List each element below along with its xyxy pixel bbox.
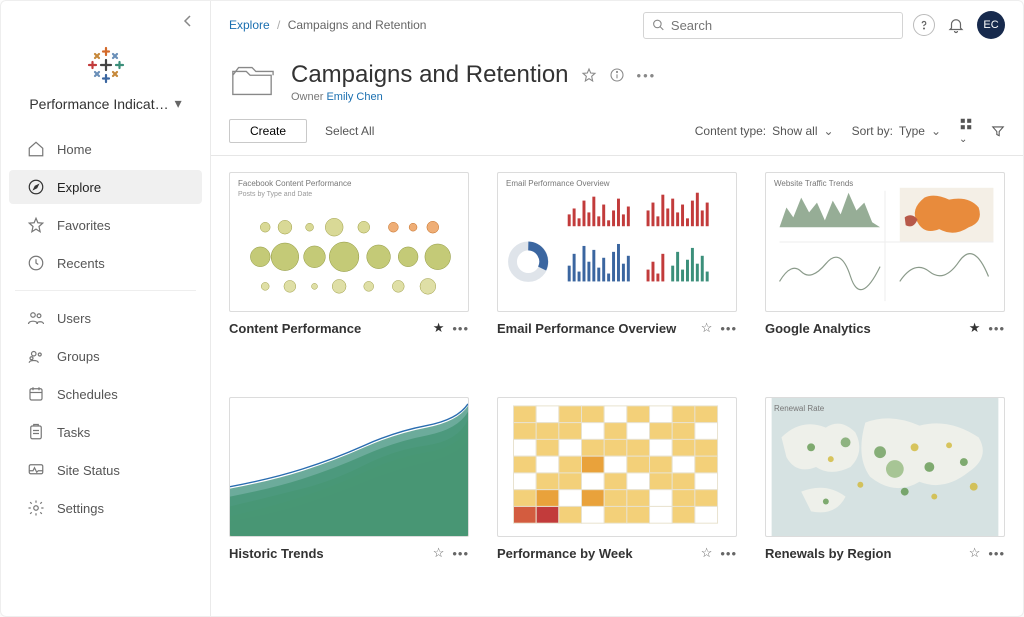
card-more-icon[interactable]: ••• <box>988 321 1005 336</box>
card-title[interactable]: Email Performance Overview <box>497 321 695 336</box>
sidebar-item-label: Schedules <box>57 387 118 402</box>
sidebar-item-explore[interactable]: Explore <box>9 170 202 204</box>
toolbar: Create Select All Content type: Show all… <box>211 113 1023 156</box>
breadcrumb-current: Campaigns and Retention <box>288 18 427 32</box>
owner-label: Owner <box>291 91 323 103</box>
favorite-star-icon[interactable]: ★ <box>969 320 981 336</box>
card-historic-trends: Historic Trends ☆ ••• <box>229 397 469 600</box>
sort-filter[interactable]: Sort by: Type ⌄ <box>852 124 941 138</box>
sidebar-item-label: Settings <box>57 501 104 516</box>
card-email-performance: Email Performance Overview <box>497 172 737 375</box>
filter-icon[interactable] <box>991 124 1005 138</box>
logo <box>1 27 210 95</box>
more-icon[interactable]: ••• <box>637 68 657 83</box>
card-thumbnail[interactable]: Website Traffic Trends <box>765 172 1005 312</box>
avatar[interactable]: EC <box>977 11 1005 39</box>
owner-row: Owner Emily Chen <box>291 91 656 103</box>
card-google-analytics: Website Traffic Trends <box>765 172 1005 375</box>
sidebar-item-label: Home <box>57 142 92 157</box>
sidebar-item-label: Users <box>57 311 91 326</box>
favorite-star-icon[interactable]: ☆ <box>701 320 713 336</box>
sidebar-item-site-status[interactable]: Site Status <box>9 453 202 487</box>
thumb-subtitle: Posts by Type and Date <box>238 191 312 198</box>
card-more-icon[interactable]: ••• <box>452 546 469 561</box>
sidebar-item-label: Site Status <box>57 463 120 478</box>
help-icon[interactable] <box>913 14 935 36</box>
sidebar-item-label: Favorites <box>57 218 110 233</box>
page-title: Campaigns and Retention <box>291 61 569 89</box>
sidebar-item-users[interactable]: Users <box>9 301 202 335</box>
view-mode-grid-icon[interactable]: ⌄ <box>959 117 973 145</box>
favorite-star-icon[interactable]: ☆ <box>969 545 981 561</box>
breadcrumb-sep: / <box>277 18 280 32</box>
content-grid: Facebook Content Performance Posts by Ty… <box>211 156 1023 616</box>
card-renewals-by-region: Renewal Rate <box>765 397 1005 600</box>
card-thumbnail[interactable] <box>497 397 737 537</box>
card-more-icon[interactable]: ••• <box>720 546 737 561</box>
card-thumbnail[interactable]: Facebook Content Performance Posts by Ty… <box>229 172 469 312</box>
card-title[interactable]: Historic Trends <box>229 546 427 561</box>
card-title[interactable]: Google Analytics <box>765 321 963 336</box>
chevron-down-icon: ▾ <box>175 95 182 112</box>
sidebar-item-tasks[interactable]: Tasks <box>9 415 202 449</box>
card-thumbnail[interactable] <box>229 397 469 537</box>
breadcrumb: Explore / Campaigns and Retention <box>229 18 633 32</box>
chevron-down-icon: ⌄ <box>931 124 941 138</box>
favorite-star-icon[interactable]: ☆ <box>433 545 445 561</box>
favorite-star-icon[interactable]: ☆ <box>701 545 713 561</box>
card-content-performance: Facebook Content Performance Posts by Ty… <box>229 172 469 375</box>
card-performance-by-week: Performance by Week ☆ ••• <box>497 397 737 600</box>
search-input[interactable] <box>671 18 894 33</box>
content-type-value: Show all <box>772 124 817 138</box>
sort-value: Type <box>899 124 925 138</box>
favorite-star-icon[interactable]: ★ <box>433 320 445 336</box>
sidebar-item-settings[interactable]: Settings <box>9 491 202 525</box>
breadcrumb-root[interactable]: Explore <box>229 18 270 32</box>
favorite-toggle-icon[interactable] <box>581 67 597 83</box>
create-button[interactable]: Create <box>229 119 307 143</box>
card-thumbnail[interactable]: Renewal Rate <box>765 397 1005 537</box>
card-more-icon[interactable]: ••• <box>452 321 469 336</box>
main: Explore / Campaigns and Retention EC <box>211 1 1023 616</box>
sort-label: Sort by: <box>852 124 893 138</box>
search-input-wrap[interactable] <box>643 12 903 39</box>
card-title[interactable]: Content Performance <box>229 321 427 336</box>
sidebar-item-schedules[interactable]: Schedules <box>9 377 202 411</box>
card-title[interactable]: Performance by Week <box>497 546 695 561</box>
site-selector[interactable]: Performance Indicat… ▾ <box>1 95 210 130</box>
thumb-title: Renewal Rate <box>774 404 824 413</box>
info-icon[interactable] <box>609 67 625 83</box>
divider <box>15 290 196 291</box>
card-title[interactable]: Renewals by Region <box>765 546 963 561</box>
sidebar: Performance Indicat… ▾ Home Explore Favo… <box>1 1 211 616</box>
page-header: Campaigns and Retention ••• Owner Emily … <box>211 45 1023 113</box>
sidebar-item-favorites[interactable]: Favorites <box>9 208 202 242</box>
thumb-title: Facebook Content Performance <box>238 179 351 188</box>
sidebar-item-label: Tasks <box>57 425 90 440</box>
chevron-down-icon: ⌄ <box>824 124 834 138</box>
card-more-icon[interactable]: ••• <box>988 546 1005 561</box>
sidebar-item-home[interactable]: Home <box>9 132 202 166</box>
notifications-icon[interactable] <box>945 14 967 36</box>
select-all-button[interactable]: Select All <box>325 124 374 138</box>
card-thumbnail[interactable]: Email Performance Overview <box>497 172 737 312</box>
search-icon <box>652 18 665 32</box>
thumb-title: Email Performance Overview <box>506 179 610 188</box>
content-type-filter[interactable]: Content type: Show all ⌄ <box>695 124 834 138</box>
site-name: Performance Indicat… <box>29 96 168 112</box>
sidebar-item-label: Recents <box>57 256 105 271</box>
sidebar-item-label: Groups <box>57 349 100 364</box>
sidebar-item-groups[interactable]: Groups <box>9 339 202 373</box>
sidebar-item-recents[interactable]: Recents <box>9 246 202 280</box>
topbar: Explore / Campaigns and Retention EC <box>211 1 1023 45</box>
sidebar-item-label: Explore <box>57 180 101 195</box>
collapse-sidebar-icon[interactable] <box>182 15 194 27</box>
owner-link[interactable]: Emily Chen <box>326 91 382 103</box>
content-type-label: Content type: <box>695 124 766 138</box>
thumb-title: Website Traffic Trends <box>774 179 853 188</box>
folder-icon <box>229 61 275 101</box>
card-more-icon[interactable]: ••• <box>720 321 737 336</box>
